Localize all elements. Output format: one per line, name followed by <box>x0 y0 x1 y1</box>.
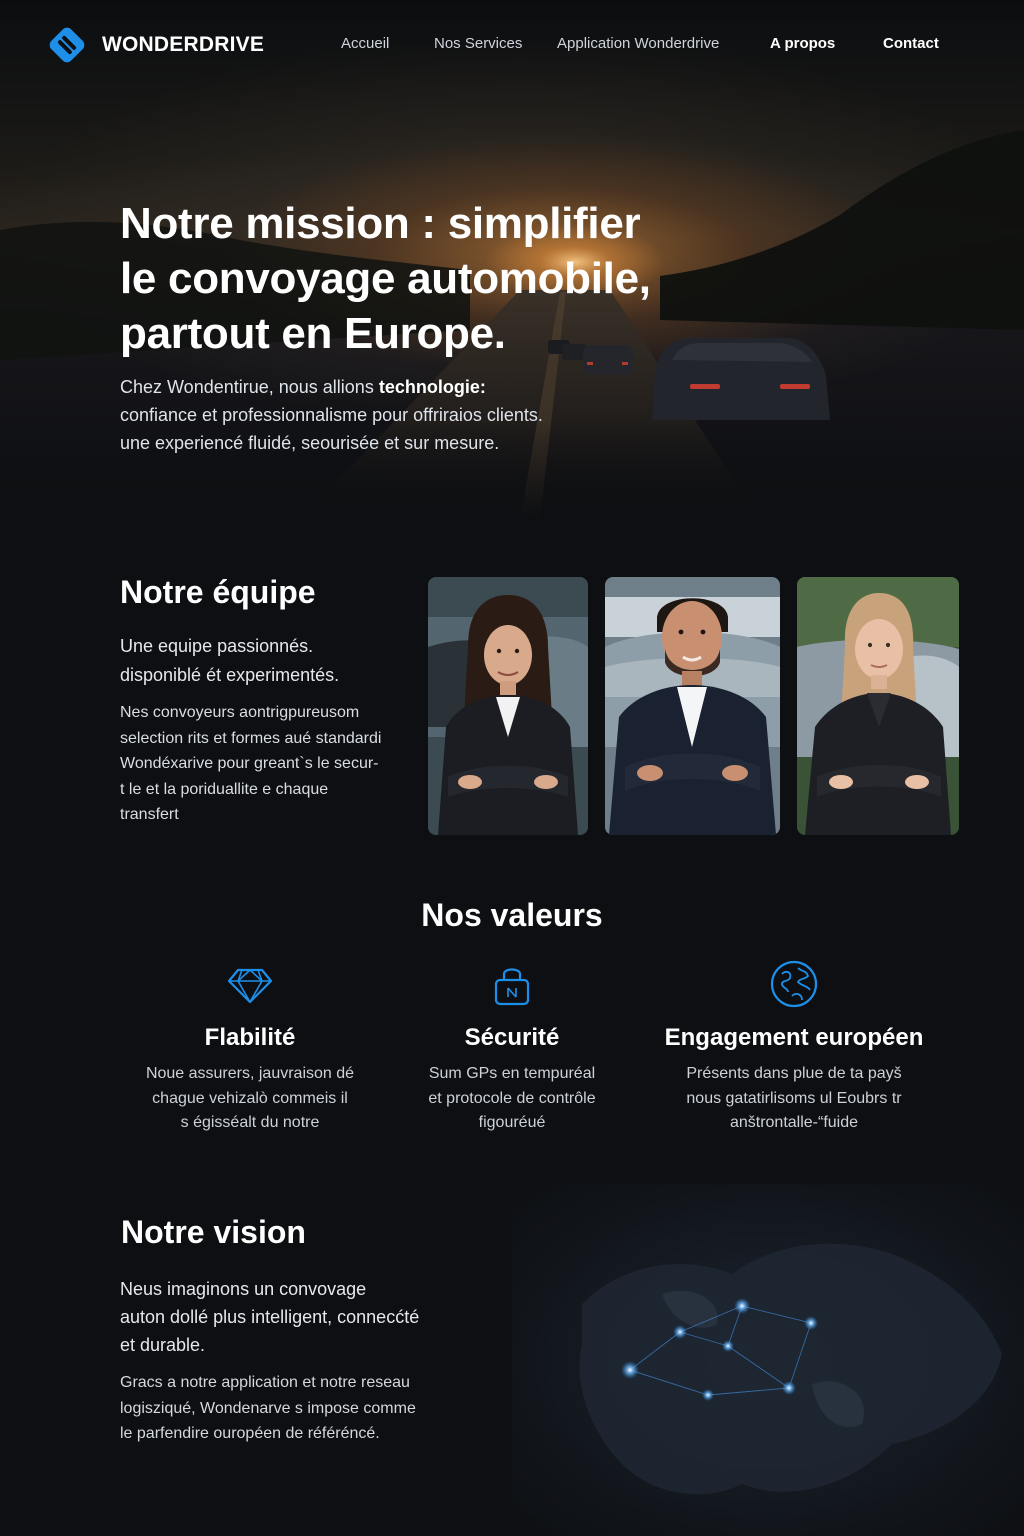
top-navigation: WONDERDRIVE Accueil Nos Services Applica… <box>0 0 1024 90</box>
values-title: Nos valeurs <box>421 897 603 933</box>
team-photo-2 <box>605 577 780 835</box>
brand-name: WONDERDRIVE <box>102 33 265 56</box>
value-text-line: s égisséalt du notre <box>180 1114 320 1131</box>
lock-icon <box>494 968 530 1006</box>
value-title: Sécurité <box>464 1024 560 1051</box>
value-title: Flabilité <box>204 1024 296 1051</box>
vision-body-line: le parfendire ouropéen de référéncé. <box>120 1425 380 1442</box>
hero-text-line: Chez Wondentirue, nous allions technolog… <box>120 373 640 401</box>
team-photo-3 <box>797 577 959 835</box>
value-text-line: Sum GPs en tempuréal <box>428 1065 596 1082</box>
nav-accueil[interactable]: Accueil <box>341 35 389 52</box>
brand-logo[interactable]: WONDERDRIVE <box>46 24 264 66</box>
hero-text-line: une experiencé fluidé, seourisée et sur … <box>120 433 500 453</box>
hero-title-line: le convoyage automobile, <box>120 254 651 303</box>
hero-title: Notre mission : simplifier le convoyage … <box>120 196 740 361</box>
nav-contact[interactable]: Contact <box>883 35 939 52</box>
value-description: Présents dans plue de ta payš nous gatat… <box>664 1062 924 1136</box>
team-photo-1 <box>428 577 588 835</box>
team-body: Nes convoyeurs aontrigpureusom selection… <box>120 700 410 828</box>
value-description: Noue assurers, jauvraison dé chague vehi… <box>140 1062 360 1136</box>
team-body-line: selection rits et formes aué standardi <box>120 729 382 747</box>
nav-nos-services[interactable]: Nos Services <box>434 35 522 52</box>
value-card-securite: Sécurité Sum GPs en tempuréal et protoco… <box>402 958 622 1136</box>
value-description: Sum GPs en tempuréal et protocole de con… <box>402 1062 622 1136</box>
diamond-icon <box>227 968 273 1004</box>
value-card-fiabilite: Flabilité Noue assurers, jauvraison dé c… <box>140 958 360 1136</box>
team-lead-line: disponiblé ét experimentés. <box>120 665 340 685</box>
value-text-line: et protocole de contrôle <box>428 1089 596 1107</box>
value-text-line: figouréué <box>478 1114 546 1131</box>
hero-text-bold: technologie: <box>378 377 486 397</box>
hero-description: Chez Wondentirue, nous allions technolog… <box>120 373 640 457</box>
nav-a-propos[interactable]: A propos <box>770 35 835 52</box>
team-member-woman-dark-hair <box>428 577 588 835</box>
vision-body: Gracs a notre application et notre resea… <box>120 1370 460 1447</box>
vision-lead-line: et durable. <box>120 1335 206 1355</box>
hero-text-prefix: Chez Wondentirue, nous allions <box>120 377 379 397</box>
value-text-line: nous gatatirlisoms ul Eoubrs tr <box>686 1089 902 1107</box>
value-text-line: Noue assurers, jauvraison dé <box>145 1065 355 1082</box>
vision-body-line: Gracs a notre application et notre resea… <box>120 1374 410 1391</box>
team-body-line: transfert <box>120 806 179 823</box>
hero-title-line: partout en Europe. <box>120 309 506 358</box>
wonderdrive-logo-icon <box>49 27 85 63</box>
globe-icon <box>770 960 818 1008</box>
team-lead: Une equipe passionnés. disponiblé ét exp… <box>120 632 420 690</box>
vision-body-line: logisziqué, Wondenarve s impose comme <box>120 1399 416 1417</box>
value-text-line: Présents dans plue de ta payš <box>686 1065 902 1082</box>
europe-network-map-image <box>512 1184 1024 1536</box>
vision-lead-line: auton dollé plus intelligent, connecćté <box>120 1307 420 1327</box>
vision-title: Notre vision <box>121 1214 306 1250</box>
value-card-engagement-europeen: Engagement européen Présents dans plue d… <box>664 958 924 1136</box>
hero-title-line: Notre mission : simplifier <box>120 199 641 248</box>
value-title: Engagement européen <box>664 1024 924 1051</box>
team-member-man-beard <box>605 577 780 835</box>
team-lead-line: Une equipe passionnés. <box>120 636 314 656</box>
vision-lead: Neus imaginons un convovage auton dollé … <box>120 1275 480 1359</box>
hero-text-line: confiance et professionnalisme pour offr… <box>120 405 543 425</box>
team-body-line: Nes convoyeurs aontrigpureusom <box>120 704 360 721</box>
team-body-line: t le et la poriduallite e chaque <box>120 780 329 798</box>
team-member-woman-blonde <box>797 577 959 835</box>
value-text-line: chague vehizalò commeis il <box>152 1089 348 1107</box>
nav-application-wonderdrive[interactable]: Application Wonderdrive <box>557 35 719 52</box>
team-body-line: Wondéxarive pour greant`s le secur- <box>120 755 379 772</box>
team-title: Notre équipe <box>120 574 316 610</box>
vision-lead-line: Neus imaginons un convovage <box>120 1279 367 1299</box>
value-text-line: anštrontalle-“fuide <box>729 1114 859 1131</box>
